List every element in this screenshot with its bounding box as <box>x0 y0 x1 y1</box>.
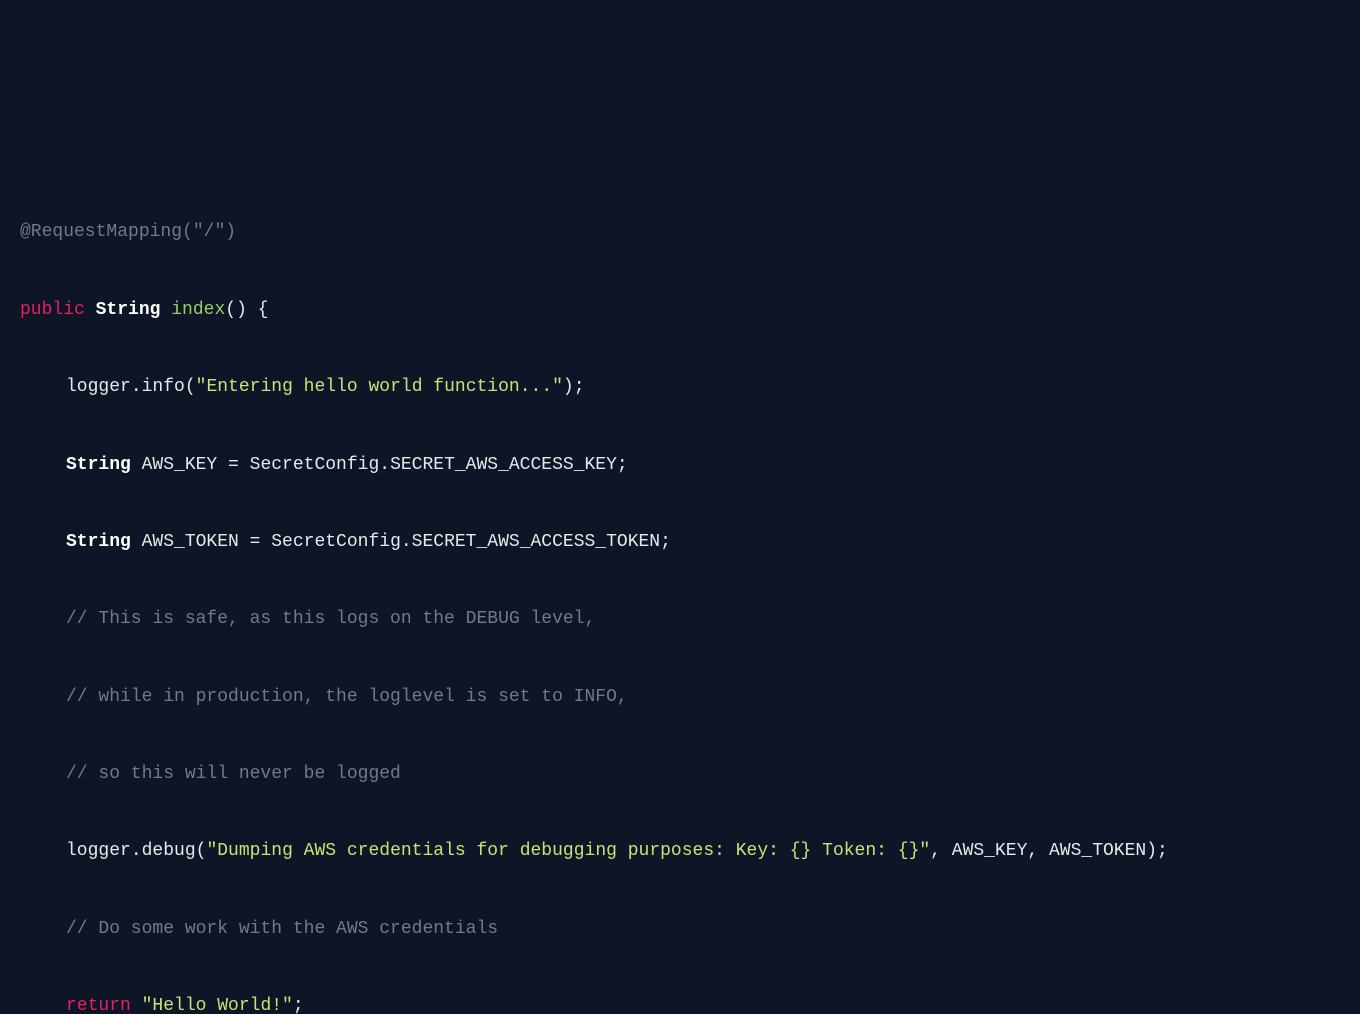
annotation: @RequestMapping <box>20 222 182 242</box>
var-type: String <box>66 455 131 475</box>
var-name: AWS_TOKEN <box>131 532 250 552</box>
code-line-4: String AWS_KEY = SecretConfig.SECRET_AWS… <box>20 446 1340 485</box>
string-literal: "Hello World!" <box>142 996 293 1014</box>
parens: () <box>225 300 247 320</box>
code-line-10: // Do some work with the AWS credentials <box>20 910 1340 949</box>
args: , AWS_KEY, AWS_TOKEN); <box>930 841 1168 861</box>
equals: = <box>228 455 250 475</box>
paren-open: ( <box>196 841 207 861</box>
code-line-8: // so this will never be logged <box>20 755 1340 794</box>
var-name: AWS_KEY <box>131 455 228 475</box>
rhs: SecretConfig.SECRET_AWS_ACCESS_TOKEN; <box>271 532 671 552</box>
code-line-11: return "Hello World!"; <box>20 987 1340 1014</box>
code-line-5: String AWS_TOKEN = SecretConfig.SECRET_A… <box>20 523 1340 562</box>
dot: . <box>131 841 142 861</box>
code-line-2: public String index() { <box>20 291 1340 330</box>
paren-open: ( <box>185 377 196 397</box>
string-literal: "Dumping AWS credentials for debugging p… <box>206 841 930 861</box>
paren-close: ) <box>225 222 236 242</box>
method-name: index <box>171 300 225 320</box>
brace-open: { <box>247 300 269 320</box>
dot: . <box>131 377 142 397</box>
keyword-public: public <box>20 300 85 320</box>
paren-close-semi: ); <box>563 377 585 397</box>
logger-obj: logger <box>66 377 131 397</box>
logger-obj: logger <box>66 841 131 861</box>
return-type: String <box>96 300 161 320</box>
method-call-info: info <box>142 377 185 397</box>
rhs: SecretConfig.SECRET_AWS_ACCESS_KEY; <box>250 455 628 475</box>
var-type: String <box>66 532 131 552</box>
comment: // while in production, the loglevel is … <box>66 687 628 707</box>
equals: = <box>250 532 272 552</box>
method-call-debug: debug <box>142 841 196 861</box>
code-line-9: logger.debug("Dumping AWS credentials fo… <box>20 832 1340 871</box>
code-block: @RequestMapping("/") public String index… <box>20 175 1340 1014</box>
space <box>131 996 142 1014</box>
string-literal: "Entering hello world function..." <box>196 377 563 397</box>
code-line-1: @RequestMapping("/") <box>20 213 1340 252</box>
code-line-3: logger.info("Entering hello world functi… <box>20 368 1340 407</box>
comment: // Do some work with the AWS credentials <box>66 919 498 939</box>
paren-open: ( <box>182 222 193 242</box>
annotation-path: "/" <box>193 222 225 242</box>
code-line-6: // This is safe, as this logs on the DEB… <box>20 600 1340 639</box>
comment: // so this will never be logged <box>66 764 401 784</box>
code-line-7: // while in production, the loglevel is … <box>20 678 1340 717</box>
keyword-return: return <box>66 996 131 1014</box>
semicolon: ; <box>293 996 304 1014</box>
comment: // This is safe, as this logs on the DEB… <box>66 609 595 629</box>
